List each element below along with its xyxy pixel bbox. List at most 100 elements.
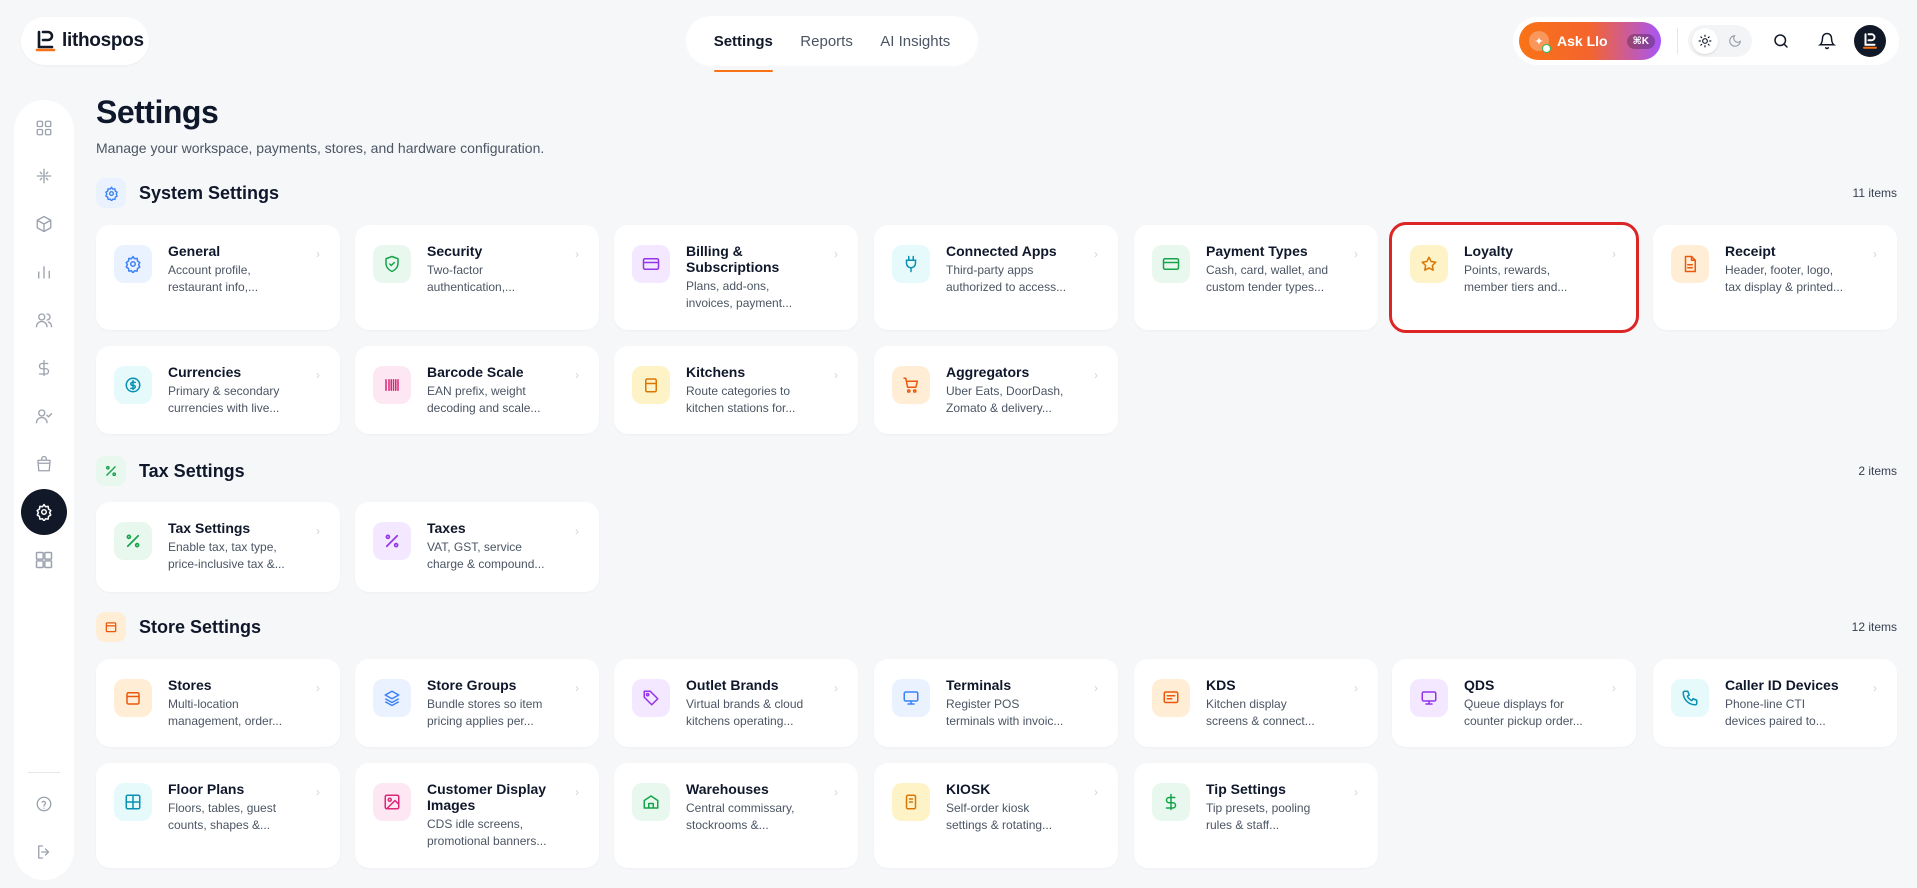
settings-card-customer-display-images[interactable]: Customer Display Images CDS idle screens,… [355,763,599,868]
sidebar-item-customers[interactable] [21,297,67,343]
settings-card-barcode-scale[interactable]: Barcode Scale EAN prefix, weight decoding… [355,346,599,434]
sidebar-item-products[interactable] [21,201,67,247]
users-icon [35,311,53,329]
bell-icon[interactable] [1810,24,1844,58]
tag-icon [632,679,670,717]
search-icon[interactable] [1764,24,1798,58]
bar-chart-icon [35,263,53,281]
sidebar-item-logout[interactable] [21,829,67,875]
sidebar-item-reports[interactable] [21,249,67,295]
moon-icon[interactable] [1722,28,1748,54]
chevron-right-icon: › [316,524,320,538]
chevron-right-icon: › [1354,785,1358,799]
settings-card-taxes[interactable]: Taxes VAT, GST, service charge & compound… [355,502,599,592]
settings-card-kitchens[interactable]: Kitchens Route categories to kitchen stat… [614,346,858,434]
star-icon [1410,245,1448,283]
chevron-right-icon: › [575,681,579,695]
ask-llo-button[interactable]: ✦ Ask Llo ⌘K [1519,22,1661,60]
avatar[interactable] [1854,25,1886,57]
credit-card-icon [1152,245,1190,283]
dashboard-grid-icon [35,119,53,137]
brand-logo[interactable]: lithospos [21,17,149,65]
tab-settings-label: Settings [713,32,773,50]
sidebar-item-ai[interactable] [21,153,67,199]
sun-icon[interactable] [1692,28,1718,54]
settings-card-security[interactable]: Security Two-factor authentication,... › [355,225,599,330]
settings-card-payment-types[interactable]: Payment Types Cash, card, wallet, and cus… [1134,225,1378,330]
tablet-icon [892,783,930,821]
settings-card-tip-settings[interactable]: Tip Settings Tip presets, pooling rules &… [1134,763,1378,868]
settings-card-billing[interactable]: Billing & Subscriptions Plans, add-ons, in… [614,225,858,330]
credit-card-icon [632,245,670,283]
tab-reports-label: Reports [800,32,853,50]
sidebar-item-settings[interactable] [21,489,67,535]
section-title: System Settings [139,182,280,203]
box-icon [35,215,53,233]
card-description: Uber Eats, DoorDash, Zomato & delivery... [946,384,1064,415]
chevron-right-icon: › [1354,247,1358,261]
settings-card-tax-settings[interactable]: Tax Settings Enable tax, tax type, price-… [96,502,340,592]
card-description: Points, rewards, member tiers and... [1464,263,1568,294]
chevron-right-icon: › [316,368,320,382]
settings-card-floor-plans[interactable]: Floor Plans Floors, tables, guest counts,… [96,763,340,868]
card-description: Tip presets, pooling rules & staff... [1206,801,1311,832]
card-title: KDS [1206,677,1236,693]
settings-card-warehouses[interactable]: Warehouses Central commissary, stockrooms… [614,763,858,868]
settings-card-outlet-brands[interactable]: Outlet Brands Virtual brands & cloud kitc… [614,659,858,747]
card-title: Taxes [427,520,466,536]
card-title: Loyalty [1464,243,1514,259]
card-description: CDS idle screens, promotional banners... [427,817,547,848]
settings-card-kds[interactable]: KDS Kitchen display screens & connect... … [1134,659,1378,747]
sidebar-item-help[interactable] [21,781,67,827]
tab-ai-insights[interactable]: AI Insights [880,16,950,66]
sidebar-item-apps[interactable] [21,537,67,583]
settings-card-store-groups[interactable]: Store Groups Bundle stores so item pricin… [355,659,599,747]
help-icon [35,795,53,813]
settings-card-general[interactable]: General Account profile, restaurant info,… [96,225,340,330]
card-title: Caller ID Devices [1725,677,1839,693]
chevron-right-icon: › [1094,368,1098,382]
card-description: Primary & secondary currencies with live.… [168,384,280,415]
settings-card-receipt[interactable]: Receipt Header, footer, logo, tax display… [1653,225,1897,330]
settings-card-stores[interactable]: Stores Multi-location management, order..… [96,659,340,747]
theme-toggle[interactable] [1688,25,1752,57]
percent-icon [373,522,411,560]
logout-icon [35,843,53,861]
settings-card-aggregators[interactable]: Aggregators Uber Eats, DoorDash, Zomato &… [874,346,1118,434]
settings-card-connected-apps[interactable]: Connected Apps Third-party apps authorize… [874,225,1118,330]
settings-card-caller-id-devices[interactable]: Caller ID Devices Phone-line CTI devices … [1653,659,1897,747]
card-title: Currencies [168,364,242,380]
settings-card-loyalty[interactable]: Loyalty Points, rewards, member tiers and… [1389,222,1639,333]
settings-card-terminals[interactable]: Terminals Register POS terminals with inv… [874,659,1118,747]
sidebar-item-staff[interactable] [21,393,67,439]
card-title: Aggregators [946,364,1030,380]
plug-icon [892,245,930,283]
tab-reports[interactable]: Reports [800,16,853,66]
card-description: Phone-line CTI devices paired to... [1725,697,1826,728]
sidebar-divider [28,772,60,773]
card-title: General [168,243,221,259]
card-description: Route categories to kitchen stations for.… [686,384,796,415]
card-description: Kitchen display screens & connect... [1206,697,1315,728]
chevron-right-icon: › [1873,681,1877,695]
chevron-right-icon: › [316,681,320,695]
gear-icon [114,245,152,283]
section-count: 11 items [1852,186,1897,200]
settings-card-currencies[interactable]: Currencies Primary & secondary currencies… [96,346,340,434]
tab-ai-insights-label: AI Insights [880,32,951,50]
sidebar-item-orders[interactable] [21,441,67,487]
section-system-settings: System Settings 11 items [96,178,1897,208]
gear-icon [35,503,53,521]
settings-card-kiosk[interactable]: KIOSK Self-order kiosk settings & rotatin… [874,763,1118,868]
tab-settings[interactable]: Settings [713,16,774,72]
card-title: Outlet Brands [686,677,779,693]
section-store-settings: Store Settings 12 items [96,612,1897,642]
card-description: Virtual brands & cloud kitchens operating… [686,697,804,728]
sidebar-item-dashboard[interactable] [21,105,67,151]
settings-card-qds[interactable]: QDS Queue displays for counter pickup ord… [1392,659,1636,747]
card-title: Floor Plans [168,781,245,797]
chevron-right-icon: › [834,681,838,695]
card-description: Floors, tables, guest counts, shapes &... [168,801,277,832]
sidebar-item-finance[interactable] [21,345,67,391]
section-count: 2 items [1858,464,1897,478]
